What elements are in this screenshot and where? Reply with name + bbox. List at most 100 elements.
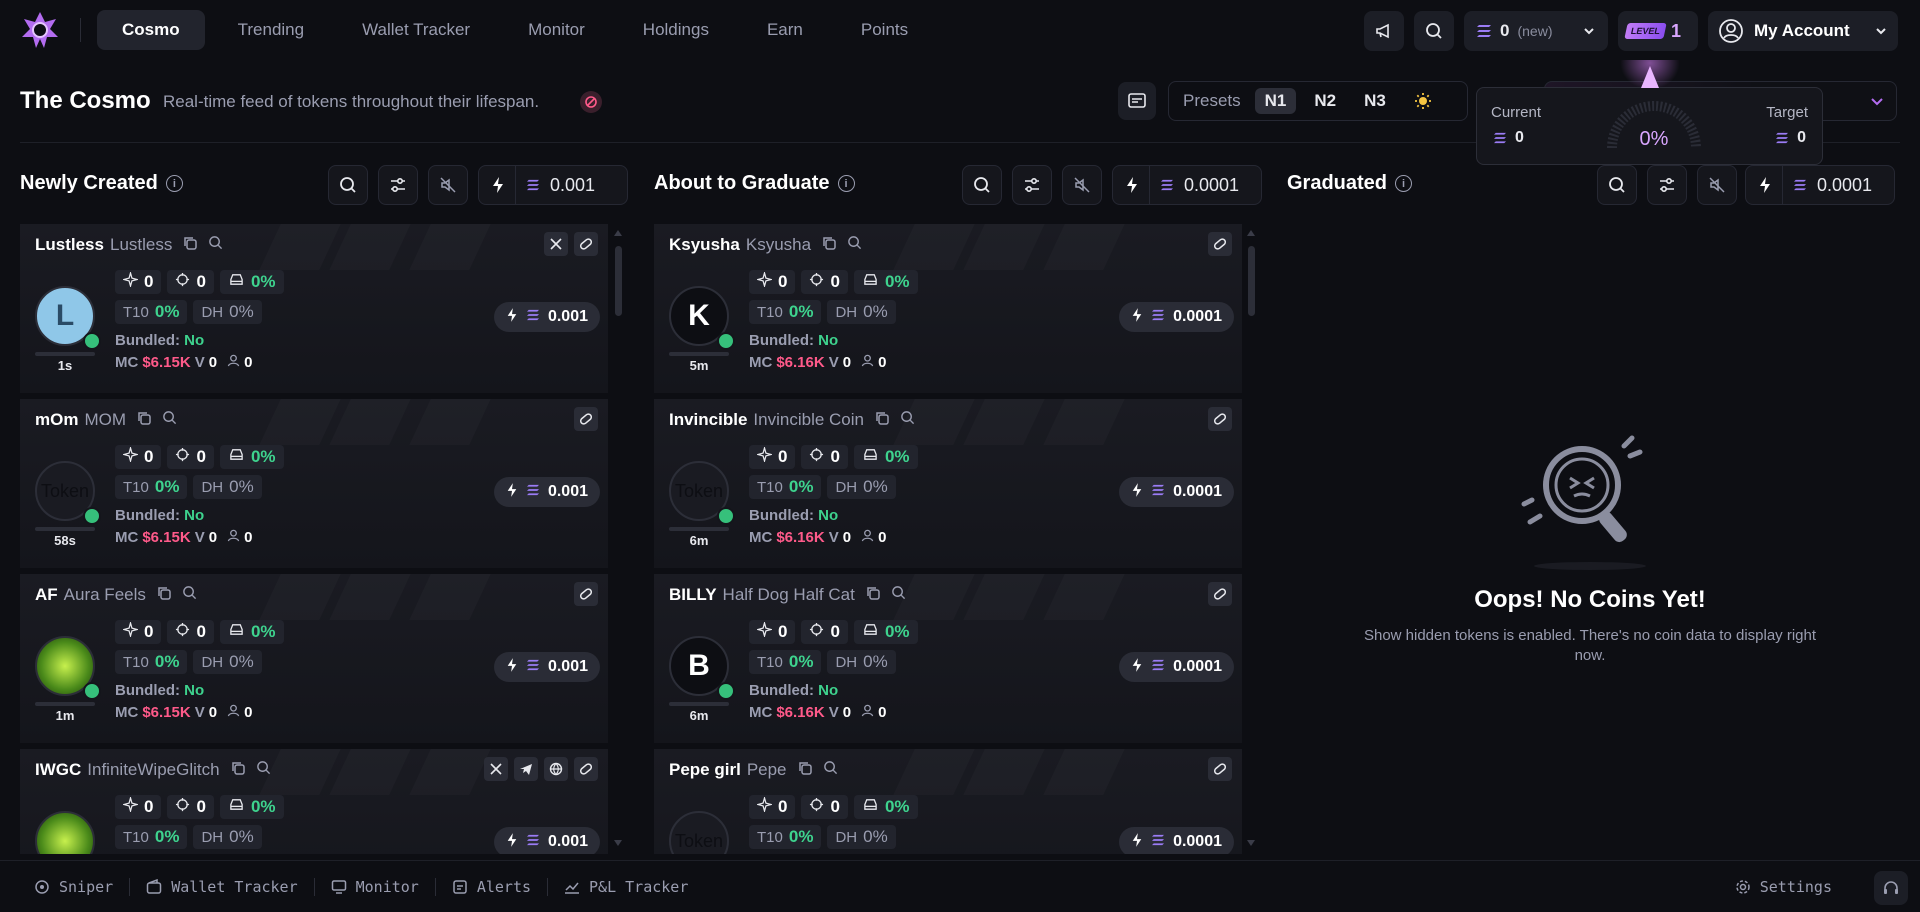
copy-icon[interactable] [821,235,837,256]
support-button[interactable] [1874,871,1908,905]
display-settings-button[interactable] [1118,82,1156,120]
bottom-alerts[interactable]: Alerts [452,878,547,896]
account-button[interactable]: My Account [1708,11,1898,51]
search-icon[interactable] [900,410,915,431]
user-icon [861,529,874,546]
column-quick-buy-amount[interactable]: 0.001 [478,165,628,205]
link-icon[interactable] [574,582,598,606]
info-icon[interactable]: i [1395,175,1413,192]
copy-icon[interactable] [136,410,152,431]
preset-n3[interactable]: N3 [1354,88,1396,114]
quick-buy-button[interactable]: 0.001 [493,827,600,854]
token-card[interactable]: IWGC InfiniteWipeGlitch 0 0 0% T10 0% DH 0% 0.001 [20,749,608,854]
bottom-sniper[interactable]: Sniper [34,878,129,896]
x-icon[interactable] [484,757,508,781]
column-mute-button[interactable] [1697,165,1737,205]
token-avatar[interactable]: Token [669,811,729,854]
nav-points[interactable]: Points [836,10,933,50]
scrollbar-thumb[interactable] [615,246,622,316]
scrollbar[interactable] [613,224,623,854]
dev-value: 0 [196,272,206,291]
bottom-settings[interactable]: Settings [1735,878,1832,896]
quick-buy-button[interactable]: 0.001 [493,652,600,682]
token-card[interactable]: Pepe girl Pepe Token 0 0 0% T10 0% DH 0% 0.0001 [654,749,1242,854]
copy-icon[interactable] [797,760,813,781]
column-search-button[interactable] [1597,165,1637,205]
bottom-monitor[interactable]: Monitor [331,878,435,896]
info-icon[interactable]: i [837,175,855,192]
token-avatar[interactable] [35,811,95,854]
copy-icon[interactable] [865,585,881,606]
search-icon[interactable] [823,760,838,781]
announcements-button[interactable] [1364,11,1404,51]
search-icon[interactable] [847,235,862,256]
quick-buy-button[interactable]: 0.0001 [1119,827,1234,854]
link-icon[interactable] [1208,232,1232,256]
column-filter-button[interactable] [1647,165,1687,205]
column-search-button[interactable] [328,165,368,205]
holders-value: 0 [878,354,887,371]
column-filter-button[interactable] [1012,165,1052,205]
search-icon[interactable] [256,760,271,781]
preset-n2[interactable]: N2 [1304,88,1346,114]
nav-holdings[interactable]: Holdings [618,10,734,50]
search-icon[interactable] [208,235,223,256]
top10-stat: T10 0% [749,475,822,499]
column-search-button[interactable] [962,165,1002,205]
bottom-pnl-tracker[interactable]: P&L Tracker [564,878,704,896]
copy-icon[interactable] [230,760,246,781]
column-quick-buy-amount[interactable]: 0.0001 [1745,165,1895,205]
quick-buy-button[interactable]: 0.001 [493,302,600,332]
pump-icon[interactable] [580,91,602,113]
solana-icon [1776,132,1789,144]
token-card[interactable]: BILLY Half Dog Half Cat B 6m 0 0 0% T10 0% DH 0% Bu… [654,574,1242,744]
info-icon[interactable]: i [165,175,183,192]
search-icon[interactable] [162,410,177,431]
link-icon[interactable] [574,407,598,431]
token-card[interactable]: mOm MOM Token 58s 0 0 0% T10 0% DH 0% Bundled: No MC… [20,399,608,569]
web-icon[interactable] [544,757,568,781]
x-icon[interactable] [544,232,568,256]
wallet-balance-button[interactable]: 0 (new) [1464,11,1608,51]
copy-icon[interactable] [182,235,198,256]
link-icon[interactable] [1208,407,1232,431]
copy-icon[interactable] [874,410,890,431]
quick-buy-button[interactable]: 0.0001 [1119,652,1234,682]
link-icon[interactable] [574,232,598,256]
scrollbar-thumb[interactable] [1248,246,1255,316]
search-icon[interactable] [182,585,197,606]
nav-trending[interactable]: Trending [213,10,329,50]
search-icon[interactable] [891,585,906,606]
preset-n1[interactable]: N1 [1254,88,1297,114]
link-icon[interactable] [1208,757,1232,781]
scrollbar[interactable] [1246,224,1256,854]
column-mute-button[interactable] [428,165,468,205]
nav-earn[interactable]: Earn [742,10,828,50]
column-filter-button[interactable] [378,165,418,205]
bottom-wallet-tracker[interactable]: Wallet Tracker [146,878,313,896]
link-icon[interactable] [1208,582,1232,606]
quick-buy-button[interactable]: 0.0001 [1119,302,1234,332]
telegram-icon[interactable] [514,757,538,781]
mute-icon [440,177,456,193]
token-card[interactable]: Invincible Invincible Coin Token 6m 0 0 0% T10 0… [654,399,1242,569]
nav-cosmo[interactable]: Cosmo [97,10,205,50]
column-mute-button[interactable] [1062,165,1102,205]
token-card[interactable]: AF Aura Feels 1m 0 0 0% T10 0% DH 0% Bundled: No MC… [20,574,608,744]
quick-buy-button[interactable]: 0.0001 [1119,477,1234,507]
token-card[interactable]: Lustless Lustless L 1s 0 0 0% T10 0% DH 0% Bundled:… [20,224,608,394]
link-icon[interactable] [574,757,598,781]
token-card[interactable]: Ksyusha Ksyusha K 5m 0 0 0% T10 0% DH 0% Bundled: N… [654,224,1242,394]
level-button[interactable]: LEVEL 1 [1618,11,1698,51]
token-stats-row: 0 0 0% [115,620,284,644]
holders-value: 0 [878,704,887,721]
copy-icon[interactable] [156,585,172,606]
search-button[interactable] [1414,11,1454,51]
logo-icon[interactable] [18,8,62,52]
nav-monitor[interactable]: Monitor [503,10,610,50]
nav-wallet-tracker[interactable]: Wallet Tracker [337,10,495,50]
column-quick-buy-amount[interactable]: 0.0001 [1112,165,1262,205]
crosshair-icon [809,447,824,467]
quick-buy-button[interactable]: 0.001 [493,477,600,507]
sun-icon[interactable] [1404,88,1442,114]
